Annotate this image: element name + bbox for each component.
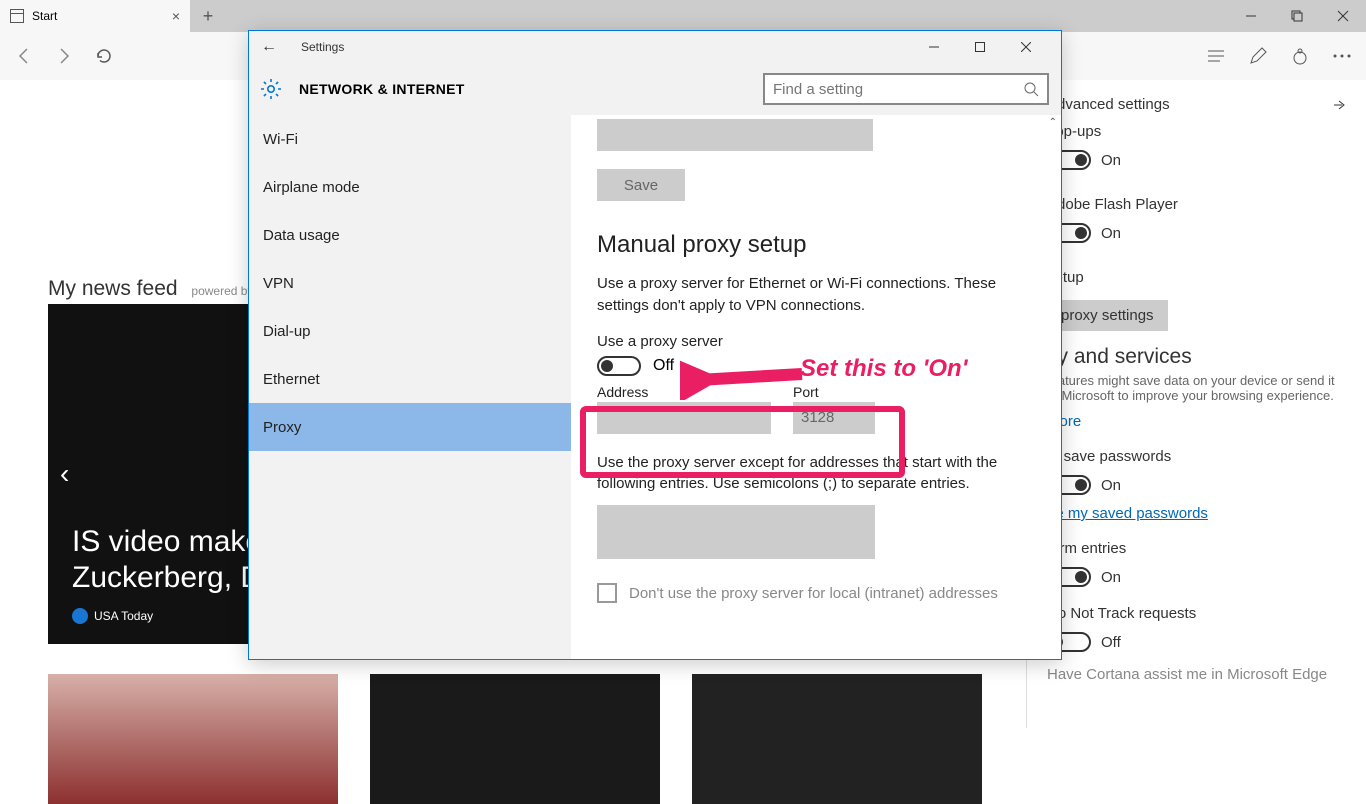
settings-content: ⌃ Save Manual proxy setup Use a proxy se… [571, 115, 1061, 659]
settings-window: ← Settings NETWORK & INTERNET Wi-Fi Airp… [248, 30, 1062, 660]
save-passwords-toggle[interactable]: On [1047, 475, 1346, 495]
flash-label: Adobe Flash Player [1047, 196, 1346, 213]
settings-header: NETWORK & INTERNET [249, 63, 1061, 115]
open-proxy-settings-button[interactable]: proxy settings [1047, 300, 1168, 331]
edge-advanced-settings-panel: Advanced settings pop-ups On Adobe Flash… [1026, 80, 1366, 728]
panel-title: Advanced settings [1047, 96, 1170, 113]
web-note-icon[interactable] [1246, 44, 1270, 68]
port-label: Port [793, 384, 875, 400]
dnt-toggle[interactable]: Off [1047, 632, 1346, 652]
close-tab-icon[interactable]: × [172, 8, 180, 24]
script-address-input[interactable] [597, 119, 873, 151]
sidebar-item-ethernet[interactable]: Ethernet [249, 355, 571, 403]
forward-button[interactable] [52, 44, 76, 68]
scroll-up-icon[interactable]: ⌃ [1049, 117, 1057, 128]
port-input[interactable] [793, 402, 875, 434]
popups-toggle[interactable]: On [1047, 150, 1346, 170]
form-entries-toggle[interactable]: On [1047, 567, 1346, 587]
privacy-subtext: features might save data on your device … [1047, 373, 1346, 403]
form-entries-label: form entries [1047, 540, 1346, 557]
address-port-group: Address Port [597, 384, 1035, 434]
news-thumb[interactable] [692, 674, 982, 804]
close-button[interactable] [1003, 32, 1049, 62]
category-title: NETWORK & INTERNET [299, 81, 465, 97]
news-feed-heading: My news feed powered by M [48, 277, 267, 301]
back-button[interactable]: ← [261, 38, 277, 56]
refresh-button[interactable] [92, 44, 116, 68]
sidebar-item-vpn[interactable]: VPN [249, 259, 571, 307]
back-button[interactable] [12, 44, 36, 68]
news-thumb[interactable] [370, 674, 660, 804]
save-passwords-label: to save passwords [1047, 448, 1346, 465]
save-button[interactable]: Save [597, 169, 685, 201]
maximize-button[interactable] [1274, 0, 1320, 32]
close-window-button[interactable] [1320, 0, 1366, 32]
gear-icon [257, 75, 285, 103]
news-thumb[interactable] [48, 674, 338, 804]
page-icon [10, 9, 24, 23]
use-proxy-toggle[interactable] [597, 356, 641, 376]
share-icon[interactable] [1288, 44, 1312, 68]
proxy-setup-label: setup [1047, 269, 1346, 286]
manage-passwords-link[interactable]: ge my saved passwords [1047, 505, 1208, 522]
local-addresses-checkbox[interactable] [597, 583, 617, 603]
minimize-button[interactable] [911, 32, 957, 62]
use-proxy-label: Use a proxy server [597, 333, 1035, 350]
tab-title: Start [32, 9, 57, 23]
sidebar-item-proxy[interactable]: Proxy [249, 403, 571, 451]
toggle-state-label: Off [653, 357, 674, 375]
flash-toggle[interactable]: On [1047, 223, 1346, 243]
popups-label: pop-ups [1047, 123, 1346, 140]
browser-tab[interactable]: Start × [0, 0, 190, 32]
search-input[interactable] [773, 81, 1023, 98]
source-icon [72, 608, 88, 624]
browser-tab-bar: Start × + [0, 0, 1366, 32]
privacy-heading: cy and services [1047, 345, 1346, 369]
settings-sidebar: Wi-Fi Airplane mode Data usage VPN Dial-… [249, 115, 571, 659]
window-controls [1228, 0, 1366, 32]
settings-titlebar: ← Settings [249, 31, 1061, 63]
manual-proxy-description: Use a proxy server for Ethernet or Wi-Fi… [597, 273, 1035, 317]
maximize-button[interactable] [957, 32, 1003, 62]
minimize-button[interactable] [1228, 0, 1274, 32]
more-icon[interactable] [1330, 44, 1354, 68]
pin-icon[interactable] [1332, 98, 1346, 112]
reading-view-icon[interactable] [1204, 44, 1228, 68]
exceptions-description: Use the proxy server except for addresse… [597, 452, 1035, 496]
sidebar-item-airplane[interactable]: Airplane mode [249, 163, 571, 211]
window-title: Settings [301, 40, 344, 54]
search-icon [1023, 81, 1039, 97]
new-tab-button[interactable]: + [190, 0, 226, 32]
local-addresses-label: Don't use the proxy server for local (in… [629, 585, 998, 602]
exceptions-input[interactable] [597, 505, 875, 559]
sidebar-item-data-usage[interactable]: Data usage [249, 211, 571, 259]
sidebar-item-wifi[interactable]: Wi-Fi [249, 115, 571, 163]
dnt-label: Do Not Track requests [1047, 605, 1346, 622]
sidebar-item-dialup[interactable]: Dial-up [249, 307, 571, 355]
search-box[interactable] [763, 73, 1049, 105]
manual-proxy-heading: Manual proxy setup [597, 231, 1035, 259]
address-input[interactable] [597, 402, 771, 434]
cortana-label: Have Cortana assist me in Microsoft Edge [1047, 666, 1346, 683]
address-label: Address [597, 384, 771, 400]
chevron-left-icon[interactable]: ‹ [60, 458, 69, 490]
